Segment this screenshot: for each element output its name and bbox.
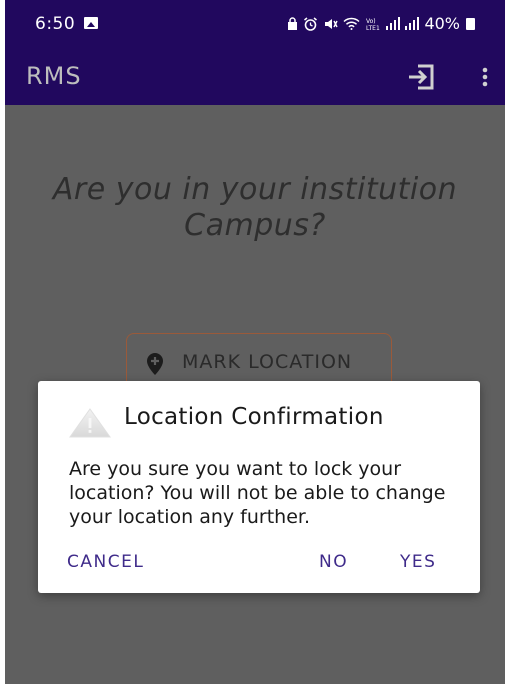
status-bar: 6:50 Vo) LTE1 40% <box>5 0 505 50</box>
no-button[interactable]: NO <box>319 552 348 572</box>
add-location-icon <box>147 353 163 375</box>
mark-location-label: MARK LOCATION <box>182 351 353 373</box>
app-title: RMS <box>26 62 82 90</box>
campus-question: Are you in your institution Campus? <box>52 172 458 243</box>
battery-icon <box>466 17 475 30</box>
battery-percent: 40% <box>424 14 460 33</box>
gallery-icon <box>84 17 98 29</box>
lock-icon <box>288 17 298 30</box>
alarm-icon <box>304 16 318 31</box>
cancel-button[interactable]: CANCEL <box>67 552 144 572</box>
location-confirmation-dialog: Location Confirmation Are you sure you w… <box>38 381 480 593</box>
logout-icon <box>409 64 434 90</box>
phone-screen: 6:50 Vo) LTE1 40% RMS Are you in your in… <box>5 0 505 684</box>
signal-icon <box>405 17 420 30</box>
dialog-message: Are you sure you want to lock your locat… <box>69 458 446 528</box>
more-options-button[interactable] <box>475 60 495 94</box>
signal-icon <box>386 17 401 30</box>
warning-icon <box>69 408 111 438</box>
svg-text:Vo): Vo) <box>366 18 376 25</box>
logout-button[interactable] <box>405 60 439 94</box>
status-icons: Vo) LTE1 40% <box>287 14 475 33</box>
svg-text:LTE1: LTE1 <box>366 25 380 31</box>
status-time: 6:50 <box>35 14 76 34</box>
volte-icon: Vo)LTE1 <box>366 18 380 31</box>
yes-button[interactable]: YES <box>400 552 436 572</box>
dialog-title: Location Confirmation <box>124 404 384 430</box>
wifi-icon <box>343 17 360 30</box>
mute-icon <box>325 18 339 29</box>
app-bar: RMS <box>5 50 505 105</box>
more-vert-icon <box>482 67 488 87</box>
